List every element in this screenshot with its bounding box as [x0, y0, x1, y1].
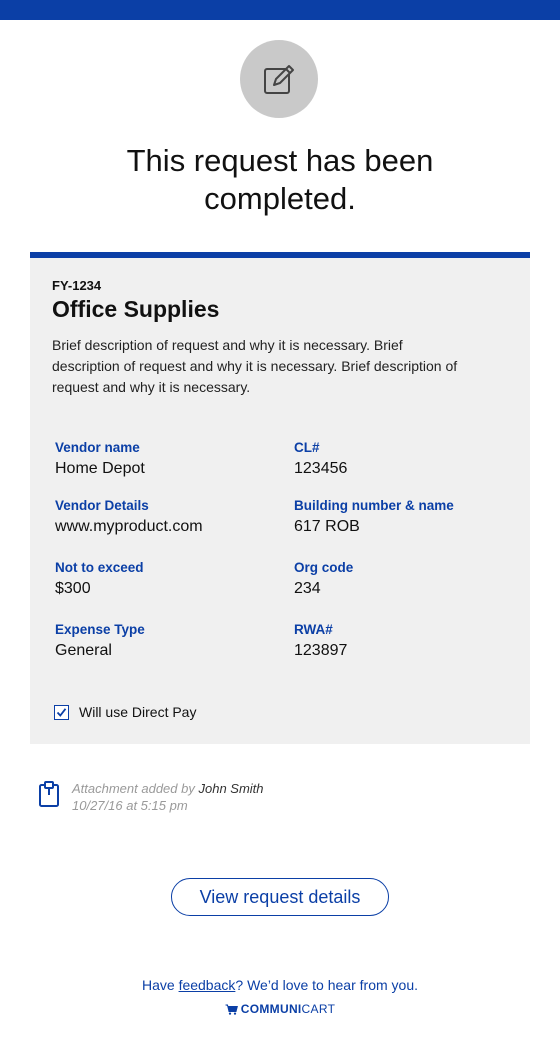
field-value: 123456 — [294, 460, 348, 477]
attachment-entry: Attachment added by John Smith 10/27/16 … — [38, 780, 264, 814]
feedback-suffix: ? We’d love to hear from you. — [235, 977, 418, 993]
brand-logo: COMMUNI CART — [0, 1002, 560, 1016]
direct-pay-label: Will use Direct Pay — [79, 704, 197, 720]
feedback-line: Have feedback? We’d love to hear from yo… — [0, 977, 560, 993]
field-label: Vendor name — [55, 440, 140, 455]
direct-pay-checkbox[interactable] — [54, 704, 69, 720]
status-badge — [240, 40, 318, 118]
page-title: This request has been completed. — [126, 143, 434, 216]
view-request-details-button[interactable]: View request details — [171, 878, 389, 916]
field-value: 617 ROB — [294, 518, 360, 535]
field-value: General — [55, 642, 112, 659]
top-accent-bar — [0, 0, 560, 20]
request-id: FY-1234 — [52, 278, 102, 293]
field-label: Vendor Details — [55, 498, 149, 513]
edit-icon — [264, 65, 294, 94]
field-label: Not to exceed — [55, 560, 144, 575]
field-value: $300 — [55, 580, 91, 597]
field-value: www.myproduct.com — [55, 518, 203, 535]
brand-name-part2: CART — [301, 1002, 336, 1016]
request-card: FY-1234 Office Supplies Brief descriptio… — [30, 252, 530, 744]
feedback-prefix: Have — [141, 977, 175, 993]
attachment-timestamp: 10/27/16 at 5:15 pm — [72, 798, 188, 813]
attachment-prefix: Attachment added by — [72, 781, 195, 796]
brand-name-part1: COMMUNI — [240, 1002, 302, 1016]
field-label: Org code — [294, 560, 354, 575]
field-org-code: Org code 234 — [294, 560, 514, 598]
field-vendor-name: Vendor name Home Depot — [55, 440, 275, 478]
field-value: 234 — [294, 580, 321, 597]
field-value: Home Depot — [55, 460, 145, 477]
check-icon — [56, 707, 67, 717]
field-label: CL# — [294, 440, 320, 455]
field-building: Building number & name 617 ROB — [294, 498, 514, 536]
direct-pay-row: Will use Direct Pay — [54, 704, 196, 720]
field-label: RWA# — [294, 622, 333, 637]
field-value: 123897 — [294, 642, 348, 659]
field-cl-number: CL# 123456 — [294, 440, 514, 478]
field-label: Building number & name — [294, 498, 454, 513]
clipboard-icon — [39, 781, 59, 807]
field-label: Expense Type — [55, 622, 145, 637]
cart-icon — [225, 1004, 238, 1015]
feedback-link[interactable]: feedback — [179, 977, 236, 993]
request-description: Brief description of request and why it … — [52, 337, 458, 395]
field-not-to-exceed: Not to exceed $300 — [55, 560, 275, 598]
field-rwa-number: RWA# 123897 — [294, 622, 514, 660]
field-expense-type: Expense Type General — [55, 622, 275, 660]
attachment-author: John Smith — [198, 781, 264, 796]
field-vendor-details: Vendor Details www.myproduct.com — [55, 498, 275, 536]
request-title: Office Supplies — [52, 296, 220, 322]
